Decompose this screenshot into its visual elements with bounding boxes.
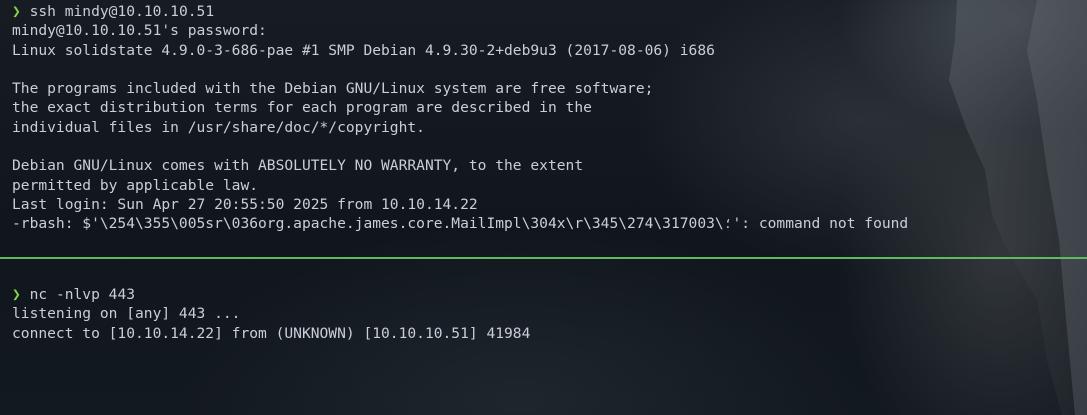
prompt-arrow-icon: ❯ xyxy=(12,3,21,20)
output-line: connect to [10.10.14.22] from (UNKNOWN) … xyxy=(12,324,531,342)
terminal-output-bottom: ❯ nc -nlvp 443 listening on [any] 443 ..… xyxy=(12,285,1087,343)
output-line: Debian GNU/Linux comes with ABSOLUTELY N… xyxy=(12,157,584,175)
prompt-arrow-icon: ❯ xyxy=(12,286,21,303)
command-text: ssh mindy@10.10.10.51 xyxy=(29,3,215,20)
output-line xyxy=(12,60,1087,79)
pane-divider[interactable] xyxy=(0,257,1087,259)
output-line: listening on [any] 443 ... xyxy=(12,305,241,323)
command-line: ❯ ssh mindy@10.10.10.51 xyxy=(12,2,1087,21)
terminal-pane-top[interactable]: ❯ ssh mindy@10.10.10.51 mindy@10.10.10.5… xyxy=(0,0,1087,256)
terminal-pane-bottom[interactable]: ❯ nc -nlvp 443 listening on [any] 443 ..… xyxy=(0,260,1087,415)
output-line xyxy=(12,137,1087,156)
output-line: Linux solidstate 4.9.0-3-686-pae #1 SMP … xyxy=(12,41,715,59)
output-line: Last login: Sun Apr 27 20:55:50 2025 fro… xyxy=(12,195,478,213)
output-line: permitted by applicable law. xyxy=(12,176,259,194)
output-line: The programs included with the Debian GN… xyxy=(12,80,654,98)
error-output-line: -rbash: $'\254\355\005sr\036org.apache.j… xyxy=(12,215,909,233)
output-line: individual files in /usr/share/doc/*/cop… xyxy=(12,118,425,136)
output-line: mindy@10.10.10.51's password: xyxy=(12,22,267,40)
terminal-output-top: ❯ ssh mindy@10.10.10.51 mindy@10.10.10.5… xyxy=(12,2,1087,234)
command-line: ❯ nc -nlvp 443 xyxy=(12,285,1087,304)
command-text: nc -nlvp 443 xyxy=(29,286,136,303)
output-line: the exact distribution terms for each pr… xyxy=(12,99,592,117)
